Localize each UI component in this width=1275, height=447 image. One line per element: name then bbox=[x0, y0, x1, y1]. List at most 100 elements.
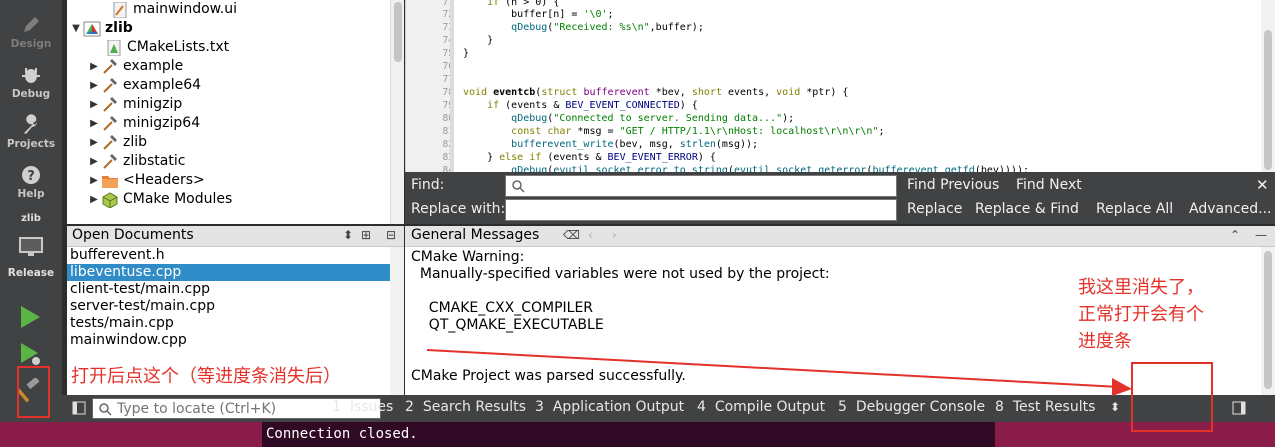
folder-icon bbox=[102, 175, 118, 188]
open-document-item[interactable]: tests/main.cpp bbox=[67, 315, 390, 332]
next-icon[interactable]: › bbox=[612, 228, 617, 242]
expand-arrow-icon[interactable]: ▶ bbox=[87, 152, 101, 171]
replace-all-button[interactable]: Replace All bbox=[1096, 201, 1173, 217]
expand-arrow-icon[interactable]: ▶ bbox=[87, 95, 101, 114]
line-number: 71 bbox=[442, 0, 454, 8]
tree-item-label: <Headers> bbox=[123, 172, 205, 188]
code-line: } bbox=[463, 48, 470, 59]
mode-design[interactable]: Design bbox=[0, 14, 62, 50]
tab-number: 1 bbox=[332, 399, 341, 415]
tree-item-minigzip[interactable]: ▶ minigzip bbox=[87, 95, 182, 114]
open-document-item[interactable]: server-test/main.cpp bbox=[67, 298, 390, 315]
output-pane-tab-test-results[interactable]: 8 Test Results bbox=[995, 399, 1095, 415]
tree-item-minigzip64[interactable]: ▶ minigzip64 bbox=[87, 114, 200, 133]
scrollbar-thumb[interactable] bbox=[1264, 30, 1272, 170]
scrollbar-thumb[interactable] bbox=[394, 2, 402, 62]
general-messages-header: General Messages ⌫ ‹ › ⌃ — bbox=[405, 226, 1275, 247]
general-messages-title: General Messages bbox=[411, 227, 540, 243]
expand-arrow-icon[interactable]: ▶ bbox=[87, 190, 101, 209]
advanced-button[interactable]: Advanced... bbox=[1189, 201, 1272, 217]
close-pane-icon[interactable]: ⊟ bbox=[386, 228, 396, 242]
run-icon[interactable] bbox=[18, 305, 42, 329]
tab-number: 5 bbox=[838, 399, 847, 415]
editor-scrollbar[interactable] bbox=[1261, 0, 1275, 172]
fold-margin[interactable] bbox=[450, 0, 454, 172]
open-document-item[interactable]: client-test/main.cpp bbox=[67, 281, 390, 298]
maximize-icon[interactable]: ⌃ bbox=[1230, 228, 1240, 242]
expand-arrow-icon[interactable]: ▶ bbox=[87, 171, 101, 190]
clear-icon[interactable]: ⌫ bbox=[563, 228, 580, 242]
output-pane-tab-issues[interactable]: 1 Issues bbox=[332, 399, 393, 415]
tree-item-zlib-target[interactable]: ▶ zlib bbox=[87, 133, 147, 152]
terminal-window: Connection closed. bbox=[0, 422, 1275, 447]
scrollbar-thumb[interactable] bbox=[1264, 251, 1272, 389]
debug-run-icon[interactable] bbox=[18, 342, 42, 366]
tab-label: Search Results bbox=[422, 399, 526, 415]
tree-item-mainwindow-ui[interactable]: mainwindow.ui bbox=[111, 0, 237, 19]
replace-and-find-button[interactable]: Replace & Find bbox=[975, 201, 1079, 217]
code-editor[interactable]: 71 72 73 74 75 76 77 78 79 80 81 82 83 8… bbox=[405, 0, 1275, 172]
tree-item-cmakelists[interactable]: CMakeLists.txt bbox=[105, 38, 229, 57]
split-icon[interactable]: ⊞ bbox=[361, 228, 371, 242]
expand-arrow-icon[interactable]: ▶ bbox=[87, 76, 101, 95]
replace-button[interactable]: Replace bbox=[907, 201, 962, 217]
wrench-icon bbox=[24, 114, 37, 134]
code-line: qDebug("Connected to server. Sending dat… bbox=[511, 113, 795, 124]
status-bar: 1 Issues 2 Search Results 3 Application … bbox=[62, 395, 1275, 422]
more-panes-icon[interactable]: ⬍ bbox=[1110, 400, 1120, 414]
collapse-arrow-icon[interactable]: ▼ bbox=[69, 19, 83, 38]
hammer-icon bbox=[103, 58, 117, 74]
monitor-icon[interactable] bbox=[18, 236, 44, 258]
toggle-output-pane-icon[interactable] bbox=[1232, 401, 1246, 415]
project-tree[interactable]: mainwindow.ui ▼ zlib CMakeLists.txt ▶ ex… bbox=[67, 0, 390, 224]
tree-item-cmake-modules[interactable]: ▶ CMake Modules bbox=[87, 190, 232, 209]
toggle-sidebar-icon[interactable] bbox=[72, 401, 86, 415]
open-document-item[interactable]: bufferevent.h bbox=[67, 247, 390, 264]
messages-scrollbar[interactable] bbox=[1261, 247, 1275, 395]
output-pane-tab-compile-output[interactable]: 4 Compile Output bbox=[697, 399, 825, 415]
open-documents-title: Open Documents bbox=[72, 227, 194, 243]
output-pane-tab-debugger-console[interactable]: 5 Debugger Console bbox=[838, 399, 985, 415]
tab-number: 4 bbox=[697, 399, 706, 415]
mode-debug[interactable]: Debug bbox=[0, 64, 62, 100]
previous-icon[interactable]: ‹ bbox=[588, 228, 593, 242]
tab-label: Debugger Console bbox=[855, 399, 986, 415]
search-icon bbox=[512, 180, 525, 193]
output-pane-tab-application-output[interactable]: 3 Application Output bbox=[535, 399, 684, 415]
dropdown-icon[interactable]: ⬍ bbox=[343, 228, 353, 242]
open-documents-scrollbar[interactable] bbox=[390, 247, 404, 395]
find-next-button[interactable]: Find Next bbox=[1016, 177, 1082, 193]
tab-label: Test Results bbox=[1012, 399, 1096, 415]
hammer-build-icon[interactable] bbox=[18, 378, 44, 404]
hammer-icon bbox=[103, 134, 117, 150]
search-icon bbox=[99, 403, 112, 416]
terminal-text: Connection closed. bbox=[266, 426, 418, 442]
open-document-item[interactable]: mainwindow.cpp bbox=[67, 332, 390, 349]
mode-help[interactable]: ? Help bbox=[0, 164, 62, 200]
expand-arrow-icon[interactable]: ▶ bbox=[87, 133, 101, 152]
annotation-left: 打开后点这个（等进度条消失后） bbox=[71, 366, 341, 387]
annotation-right: 我这里消失了，正常打开会有个进度条 bbox=[1078, 277, 1204, 352]
replace-input[interactable] bbox=[505, 199, 897, 221]
line-number: 77 bbox=[442, 74, 454, 85]
tree-item-label: zlib bbox=[123, 134, 148, 150]
tree-item-zlibstatic[interactable]: ▶ zlibstatic bbox=[87, 152, 185, 171]
code-line: qDebug(evutil_socket_error_to_string(evu… bbox=[511, 165, 1029, 172]
find-input[interactable] bbox=[505, 175, 897, 197]
find-previous-button[interactable]: Find Previous bbox=[907, 177, 999, 193]
expand-arrow-icon[interactable]: ▶ bbox=[87, 114, 101, 133]
mode-projects[interactable]: Projects bbox=[0, 114, 62, 150]
tree-item-zlib-project[interactable]: ▼ zlib bbox=[69, 19, 133, 38]
tree-item-label: example bbox=[123, 58, 184, 74]
open-document-item-selected[interactable]: libeventuse.cpp bbox=[67, 264, 390, 281]
close-find-icon[interactable]: ✕ bbox=[1256, 176, 1269, 194]
project-tree-scrollbar[interactable] bbox=[390, 0, 404, 224]
expand-arrow-icon[interactable]: ▶ bbox=[87, 57, 101, 76]
tree-item-label: minigzip64 bbox=[123, 115, 201, 131]
tree-item-example64[interactable]: ▶ example64 bbox=[87, 76, 201, 95]
output-pane-tab-search-results[interactable]: 2 Search Results bbox=[405, 399, 526, 415]
minimize-icon[interactable]: — bbox=[1255, 228, 1267, 242]
tree-item-headers[interactable]: ▶ <Headers> bbox=[87, 171, 205, 190]
tree-item-example[interactable]: ▶ example bbox=[87, 57, 183, 76]
line-number: 75 bbox=[442, 48, 454, 59]
